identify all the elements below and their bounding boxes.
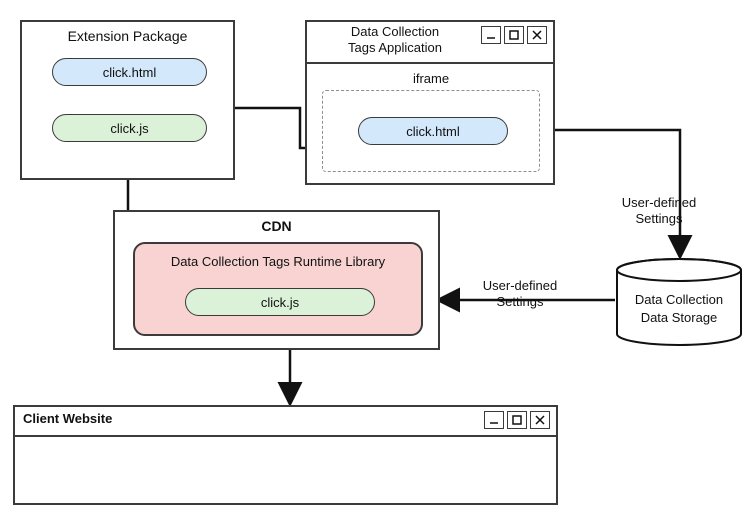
close-icon[interactable] (530, 411, 550, 429)
db-line2: Data Storage (615, 310, 743, 326)
ext-click-js-pill: click.js (52, 114, 207, 142)
maximize-icon[interactable] (507, 411, 527, 429)
extension-package-panel: Extension Package click.html click.js (20, 20, 235, 180)
runtime-click-js-pill: click.js (185, 288, 375, 316)
client-website-window-controls (484, 411, 550, 429)
runtime-click-js-label: click.js (261, 295, 299, 310)
runtime-library-box: Data Collection Tags Runtime Library cli… (133, 242, 423, 336)
client-website-window: Client Website (13, 405, 558, 505)
runtime-library-title: Data Collection Tags Runtime Library (135, 254, 421, 270)
db-line1: Data Collection (615, 292, 743, 308)
cdn-panel: CDN Data Collection Tags Runtime Library… (113, 210, 440, 350)
client-website-titlebar: Client Website (15, 407, 556, 435)
maximize-icon[interactable] (504, 26, 524, 44)
client-website-title: Client Website (23, 411, 112, 426)
iframe-label: iframe (323, 71, 539, 87)
ext-click-html-pill: click.html (52, 58, 207, 86)
tags-app-titlebar: Data Collection Tags Application (307, 22, 553, 50)
settings-label-1: User-defined Settings (604, 195, 714, 228)
iframe-box: iframe click.html (322, 90, 540, 172)
cdn-title: CDN (115, 218, 438, 234)
tags-app-window-controls (481, 26, 547, 44)
extension-package-title: Extension Package (22, 28, 233, 44)
tags-app-window: Data Collection Tags Application iframe … (305, 20, 555, 185)
settings-label-2: User-defined Settings (470, 278, 570, 311)
data-storage-db: Data Collection Data Storage (615, 258, 743, 346)
iframe-click-html-label: click.html (406, 124, 459, 139)
ext-click-html-label: click.html (103, 65, 156, 80)
ext-click-js-label: click.js (110, 121, 148, 136)
minimize-icon[interactable] (481, 26, 501, 44)
tags-app-title: Data Collection Tags Application (315, 24, 475, 57)
close-icon[interactable] (527, 26, 547, 44)
minimize-icon[interactable] (484, 411, 504, 429)
iframe-click-html-pill: click.html (358, 117, 508, 145)
